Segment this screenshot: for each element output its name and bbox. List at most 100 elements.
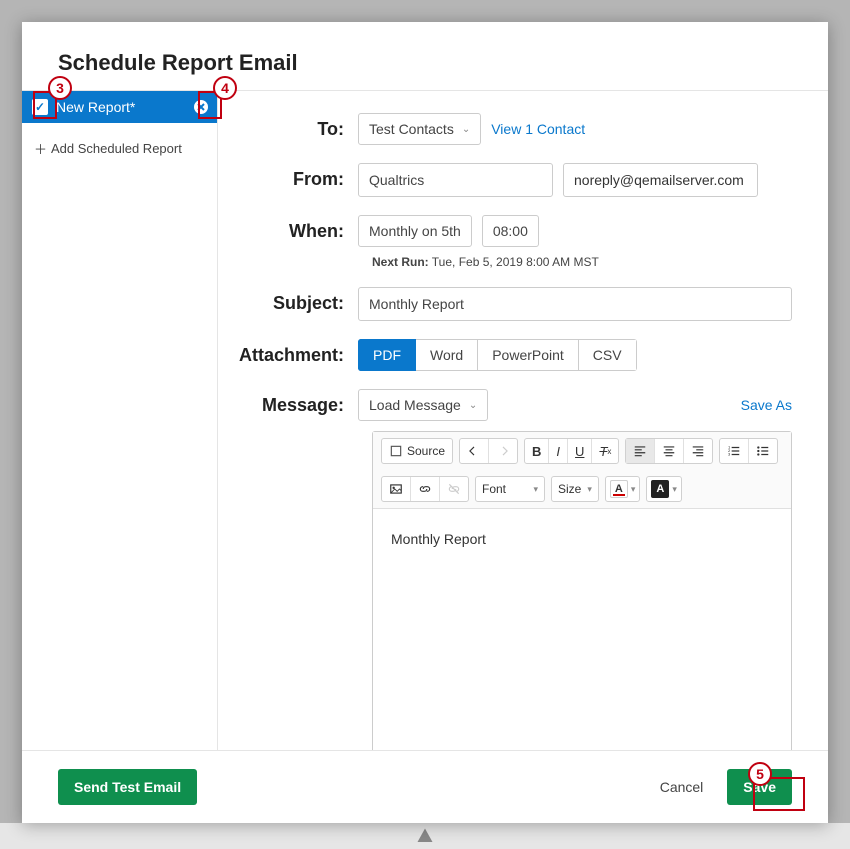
add-scheduled-report[interactable]: ＋ Add Scheduled Report: [22, 123, 217, 174]
insert-group: [381, 476, 469, 502]
bold-button[interactable]: B: [525, 439, 548, 463]
checkbox-icon[interactable]: ✓: [32, 99, 48, 115]
schedule-report-modal: Schedule Report Email ✓ New Report* ＋ Ad…: [22, 22, 828, 823]
chevron-down-icon: ▾: [587, 484, 592, 495]
text-color-icon: A: [610, 480, 628, 498]
next-run-value: Tue, Feb 5, 2019 8:00 AM MST: [432, 255, 599, 269]
chevron-down-icon: ▾: [631, 484, 636, 495]
list-group: 123: [719, 438, 778, 464]
align-center-icon: [662, 444, 676, 458]
align-right-button[interactable]: [683, 439, 712, 463]
font-select[interactable]: Font ▾: [475, 476, 545, 502]
unlink-button[interactable]: [439, 477, 468, 501]
italic-button[interactable]: I: [548, 439, 567, 463]
report-tab[interactable]: ✓ New Report*: [22, 91, 217, 123]
link-icon: [418, 482, 432, 496]
undo-button[interactable]: [460, 439, 488, 463]
row-from: From:: [238, 163, 792, 197]
size-select[interactable]: Size ▾: [551, 476, 599, 502]
load-message-value: Load Message: [369, 397, 461, 413]
cancel-button[interactable]: Cancel: [644, 769, 720, 805]
label-when: When:: [238, 215, 358, 242]
chevron-down-icon: ▾: [533, 484, 538, 495]
to-dropdown-value: Test Contacts: [369, 121, 454, 137]
redo-icon: [496, 444, 510, 458]
when-freq-value: Monthly on 5th: [369, 223, 461, 239]
close-icon[interactable]: [193, 99, 209, 115]
subject-input[interactable]: [358, 287, 792, 321]
chevron-down-icon: ⌄: [462, 124, 470, 135]
size-select-value: Size: [558, 482, 581, 496]
text-style-group: B I U Tx: [524, 438, 619, 464]
align-group: [625, 438, 713, 464]
align-right-icon: [691, 444, 705, 458]
when-frequency-dropdown[interactable]: Monthly on 5th: [358, 215, 472, 247]
when-time-dropdown[interactable]: 08:00: [482, 215, 539, 247]
from-name-input[interactable]: [358, 163, 553, 197]
next-run-label: Next Run:: [372, 255, 429, 269]
align-left-button[interactable]: [626, 439, 654, 463]
source-icon: [389, 444, 403, 458]
editor-body[interactable]: Monthly Report: [373, 509, 791, 750]
row-to: To: Test Contacts ⌄ View 1 Contact: [238, 113, 792, 145]
to-dropdown[interactable]: Test Contacts ⌄: [358, 113, 481, 145]
when-time-value: 08:00: [493, 223, 528, 239]
next-run-note: Next Run: Tue, Feb 5, 2019 8:00 AM MST: [372, 255, 792, 269]
view-contact-link[interactable]: View 1 Contact: [491, 121, 585, 137]
row-message: Message: Load Message ⌄ Save As: [238, 389, 792, 421]
modal-title: Schedule Report Email: [22, 22, 828, 90]
bg-color-button[interactable]: A ▾: [646, 476, 682, 502]
bullet-list-button[interactable]: [748, 439, 777, 463]
label-attachment: Attachment:: [238, 339, 358, 366]
row-when: When: Monthly on 5th 08:00: [238, 215, 792, 247]
align-left-icon: [633, 444, 647, 458]
modal-body: ✓ New Report* ＋ Add Scheduled Report To:…: [22, 90, 828, 751]
svg-text:3: 3: [729, 453, 731, 457]
modal-footer: Send Test Email Cancel Save: [22, 751, 828, 823]
bullet-list-icon: [756, 444, 770, 458]
text-color-button[interactable]: A ▾: [605, 476, 641, 502]
ordered-list-icon: 123: [727, 444, 741, 458]
form-area: To: Test Contacts ⌄ View 1 Contact From:: [218, 91, 828, 750]
ordered-list-button[interactable]: 123: [720, 439, 748, 463]
attachment-powerpoint[interactable]: PowerPoint: [478, 339, 579, 371]
link-button[interactable]: [410, 477, 439, 501]
attachment-csv[interactable]: CSV: [579, 339, 637, 371]
source-button[interactable]: Source: [381, 438, 453, 464]
label-to: To:: [238, 113, 358, 140]
unlink-icon: [447, 482, 461, 496]
image-icon: [389, 482, 403, 496]
bg-color-icon: A: [651, 480, 669, 498]
warning-icon: [416, 827, 434, 845]
attachment-word[interactable]: Word: [416, 339, 478, 371]
source-label: Source: [407, 444, 445, 458]
background-warning-bar: [0, 823, 850, 849]
save-button[interactable]: Save: [727, 769, 792, 805]
label-from: From:: [238, 163, 358, 190]
attachment-pdf[interactable]: PDF: [358, 339, 416, 371]
editor-toolbar: Source B I U Tx: [373, 432, 791, 509]
label-message: Message:: [238, 389, 358, 416]
label-subject: Subject:: [238, 287, 358, 314]
add-report-label: Add Scheduled Report: [51, 141, 182, 156]
send-test-email-button[interactable]: Send Test Email: [58, 769, 197, 805]
underline-button[interactable]: U: [567, 439, 591, 463]
chevron-down-icon: ▾: [672, 484, 677, 495]
plus-icon: ＋: [34, 139, 47, 158]
row-subject: Subject:: [238, 287, 792, 321]
align-center-button[interactable]: [654, 439, 683, 463]
undo-icon: [467, 444, 481, 458]
report-tab-label: New Report*: [56, 99, 135, 115]
font-select-value: Font: [482, 482, 506, 496]
sidebar: ✓ New Report* ＋ Add Scheduled Report: [22, 91, 218, 750]
save-as-link[interactable]: Save As: [741, 397, 792, 413]
attachment-segmented: PDF Word PowerPoint CSV: [358, 339, 637, 371]
rich-text-editor: Source B I U Tx: [372, 431, 792, 750]
chevron-down-icon: ⌄: [469, 400, 477, 411]
redo-button[interactable]: [488, 439, 517, 463]
from-email-input[interactable]: [563, 163, 758, 197]
clear-format-button[interactable]: Tx: [591, 439, 618, 463]
undo-redo-group: [459, 438, 518, 464]
load-message-dropdown[interactable]: Load Message ⌄: [358, 389, 488, 421]
image-button[interactable]: [382, 477, 410, 501]
